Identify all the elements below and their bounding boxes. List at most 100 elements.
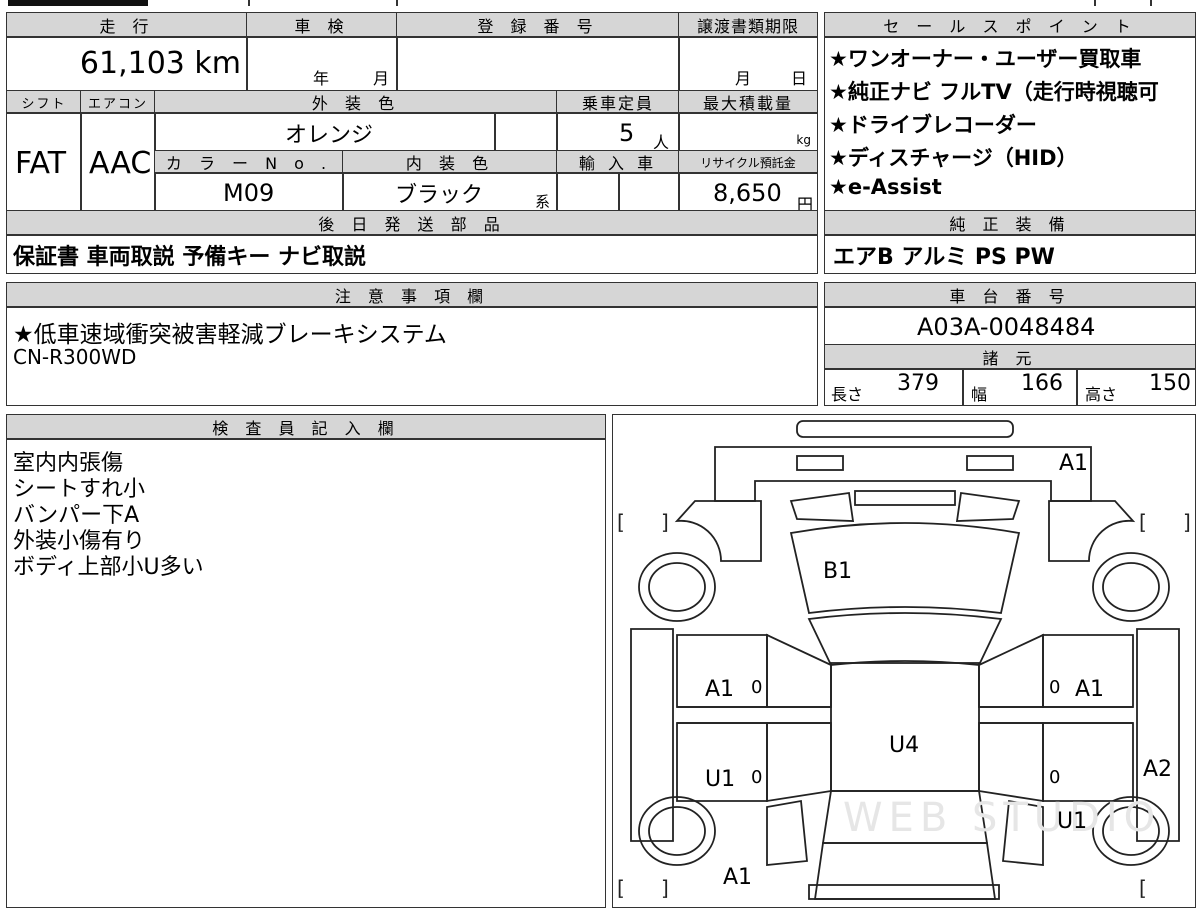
mark-rear: A1: [723, 865, 753, 890]
equipment-value: エアB アルミ PS PW: [833, 245, 1055, 270]
bracket: [: [617, 510, 625, 534]
shaken-header: 車 検: [246, 12, 398, 38]
specs-header: 諸 元: [824, 344, 1196, 370]
top-strip: [0, 0, 1200, 6]
front-frame: [714, 446, 1092, 502]
specs-width-cell: 幅 166: [962, 368, 1078, 406]
right-rear-door: [1042, 722, 1134, 802]
ext-color-value: オレンジ: [285, 123, 374, 148]
sales-point: ★ワンオーナー・ユーザー買取車: [829, 47, 1142, 71]
mark-right-rear: U1: [1057, 809, 1088, 834]
notes-line: ★低車速域衝突被害軽減ブレーキシステム: [13, 322, 447, 348]
length-value: 379: [897, 371, 939, 396]
ac-cell: AAC: [80, 112, 156, 212]
ext-color-extra-cell: [494, 112, 558, 152]
int-color-suffix: 系: [535, 193, 551, 211]
import-header: 輸 入 車: [556, 150, 680, 174]
rear-bumper: [808, 884, 1000, 900]
sales-point: ★e-Assist: [829, 175, 942, 199]
notes-header: 注 意 事 項 欄: [6, 282, 818, 308]
bracket: ]: [1183, 510, 1191, 534]
windshield: [807, 612, 1003, 666]
ext-color-header: 外 装 色: [154, 90, 558, 114]
color-no-header: カ ラ ー N o .: [154, 150, 344, 174]
recycle-cell: 8,650 円: [678, 172, 818, 214]
right-rear-window: [978, 722, 1044, 803]
mark-zero: 0: [751, 767, 763, 788]
int-color-cell: ブラック 系: [342, 172, 558, 212]
sales-points-header: セ ー ル ス ポ イ ン ト: [824, 12, 1196, 38]
rear-hatch: [813, 842, 997, 900]
sales-point: ★ドライブレコーダー: [829, 113, 1037, 137]
load-unit: kg: [796, 133, 811, 147]
specs-height-cell: 高さ 150: [1076, 368, 1196, 406]
ext-color-cell: オレンジ: [154, 112, 496, 152]
left-headlight: [796, 455, 844, 471]
bracket: ]: [661, 876, 669, 900]
mark-left-front-door: A1: [705, 677, 735, 702]
sales-point: ★純正ナビ フルTV（走行時視聴可: [829, 80, 1159, 104]
recycle-value: 8,650: [713, 179, 782, 207]
mark-front: A1: [1059, 451, 1089, 476]
mark-right-rear-fender: A2: [1143, 757, 1173, 782]
later-parts-cell: 保証書 車両取説 予備キー ナビ取説: [6, 234, 818, 274]
equipment-cell: エアB アルミ PS PW: [824, 234, 1196, 274]
transfer-cell: 月 日: [678, 36, 818, 92]
transfer-header: 譲渡書類期限: [678, 12, 818, 38]
mark-roof: U4: [889, 733, 920, 758]
notes-box: ★低車速域衝突被害軽減ブレーキシステム CN-R300WD: [6, 306, 818, 406]
load-cell: kg: [678, 112, 818, 152]
later-parts-value: 保証書 車両取説 予備キー ナビ取説: [13, 245, 366, 270]
shift-cell: FAT: [6, 112, 82, 212]
specs-length-cell: 長さ 379: [824, 368, 964, 406]
wiper-left: [789, 491, 855, 522]
info-table: 走 行 車 検 登 録 番 号 譲渡書類期限 61,103 km 年 月 月 日…: [6, 12, 818, 274]
mileage-value: 61,103 km: [79, 45, 241, 81]
mark-zero: 0: [1049, 767, 1061, 788]
notes-line: CN-R300WD: [13, 345, 137, 369]
bracket: [: [1139, 876, 1147, 900]
import-cell-a: [556, 172, 620, 212]
mark-right-front-door: A1: [1075, 677, 1105, 702]
chassis-value: A03A-0048484: [917, 313, 1096, 341]
inspector-box: 室内内張傷 シートすれ小 バンパー下A 外装小傷有り ボディ上部小U多い: [6, 438, 606, 908]
transfer-day: 日: [791, 69, 808, 88]
chassis-header: 車 台 番 号: [824, 282, 1196, 308]
front-bumper-outline: [796, 420, 1014, 438]
right-headlight: [966, 455, 1014, 471]
int-color-header: 内 装 色: [342, 150, 558, 174]
mark-zero: 0: [751, 677, 763, 698]
bracket: [: [1139, 510, 1147, 534]
capacity-cell: 5 人: [556, 112, 680, 152]
int-color-value: ブラック: [395, 183, 484, 208]
recycle-header: リサイクル預託金: [678, 150, 818, 174]
car-diagram-box: [ ] [ ] [ ] [ WEB STUDIO A1 B1 A1 0 0 A1…: [612, 414, 1196, 908]
shift-header: シフト: [6, 90, 82, 114]
mark-hood: B1: [823, 559, 853, 584]
width-label: 幅: [971, 385, 988, 404]
transfer-month: 月: [735, 69, 752, 88]
mark-left-rear-door: U1: [705, 767, 736, 792]
right-front-fender: [1048, 500, 1136, 562]
load-header: 最大積載量: [678, 90, 818, 114]
inspector-header: 検 査 員 記 入 欄: [6, 414, 606, 440]
mark-zero: 0: [1049, 677, 1061, 698]
bracket: ]: [661, 510, 669, 534]
sales-point: ★ディスチャージ（HID）: [829, 146, 1078, 170]
watermark: WEB STUDIO: [843, 795, 1162, 841]
cowl: [854, 490, 956, 506]
mileage-header: 走 行: [6, 12, 248, 38]
shaken-month: 月: [373, 69, 390, 88]
registration-header: 登 録 番 号: [396, 12, 680, 38]
shift-value: FAT: [15, 145, 67, 181]
mileage-cell: 61,103 km: [6, 36, 248, 92]
shaken-year: 年: [313, 69, 330, 88]
equipment-header: 純 正 装 備: [824, 210, 1196, 236]
roof: [830, 662, 980, 792]
inspector-line: ボディ上部小U多い: [13, 555, 204, 580]
length-label: 長さ: [831, 385, 864, 404]
width-value: 166: [1021, 371, 1063, 396]
left-front-fender: [674, 500, 762, 562]
later-parts-header: 後 日 発 送 部 品: [6, 210, 818, 236]
height-value: 150: [1149, 371, 1191, 396]
